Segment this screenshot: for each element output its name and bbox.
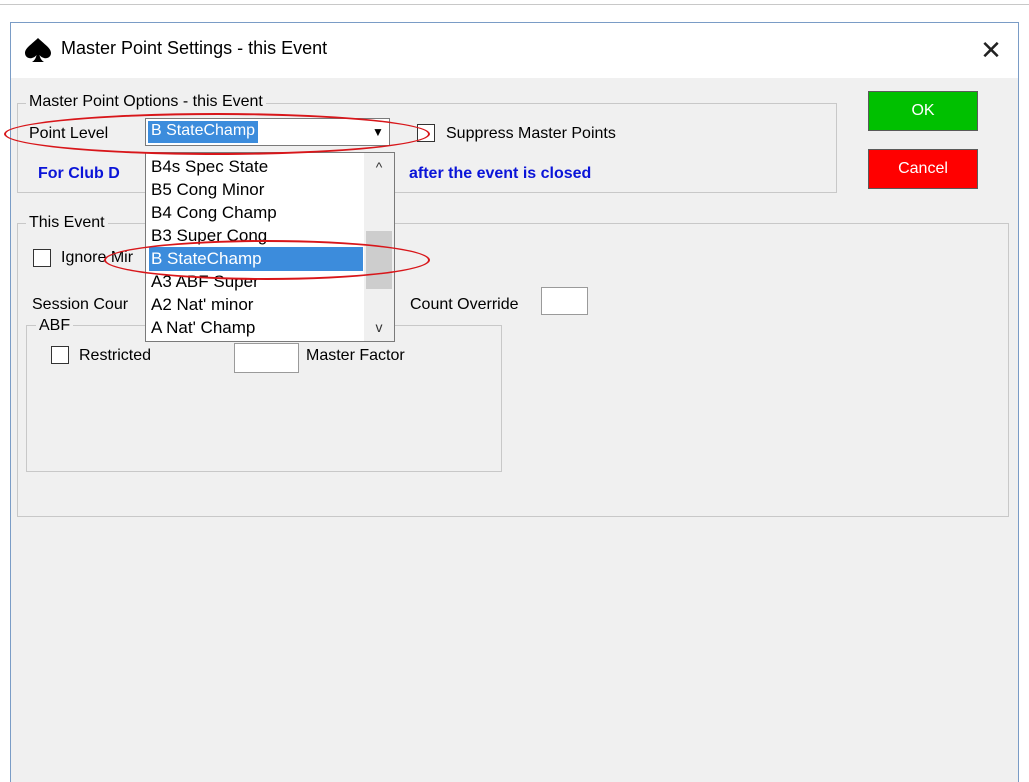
top-divider bbox=[0, 4, 1029, 5]
scroll-up-icon[interactable]: ^ bbox=[364, 153, 394, 181]
title-bar: Master Point Settings - this Event ✕ bbox=[11, 23, 1018, 78]
event-group-legend: This Event bbox=[26, 214, 108, 232]
close-button[interactable]: ✕ bbox=[971, 31, 1011, 69]
dropdown-scrollbar[interactable]: ^ v bbox=[364, 153, 394, 341]
abf-group-legend: ABF bbox=[36, 317, 74, 335]
point-level-dropdown[interactable]: B4s Spec State B5 Cong Minor B4 Cong Champ… bbox=[145, 152, 395, 342]
restricted-checkbox[interactable] bbox=[51, 346, 69, 364]
spade-icon bbox=[23, 36, 53, 64]
options-group-legend: Master Point Options - this Event bbox=[26, 93, 266, 111]
count-override-label: Count Override bbox=[410, 296, 519, 313]
dropdown-item[interactable]: B5 Cong Minor bbox=[149, 178, 363, 202]
suppress-checkbox[interactable] bbox=[417, 124, 435, 142]
scroll-thumb[interactable] bbox=[366, 231, 392, 289]
point-level-label: Point Level bbox=[29, 125, 109, 142]
dropdown-item[interactable]: A2 Nat' minor bbox=[149, 293, 363, 317]
cancel-button[interactable]: Cancel bbox=[868, 149, 978, 189]
dropdown-item[interactable]: B4 Cong Champ bbox=[149, 201, 363, 225]
suppress-label: Suppress Master Points bbox=[446, 125, 616, 142]
dropdown-item[interactable]: B4s Spec State bbox=[149, 155, 363, 179]
ok-button[interactable]: OK bbox=[868, 91, 978, 131]
point-level-combo[interactable]: B StateChamp ▼ bbox=[145, 118, 390, 146]
restricted-label: Restricted bbox=[79, 347, 152, 364]
info-text-left: For Club D bbox=[38, 165, 120, 182]
chevron-down-icon[interactable]: ▼ bbox=[367, 119, 389, 145]
close-icon: ✕ bbox=[980, 35, 1002, 65]
window-title: Master Point Settings - this Event bbox=[61, 38, 328, 58]
point-level-value: B StateChamp bbox=[148, 121, 259, 143]
count-override-input[interactable] bbox=[541, 287, 588, 315]
dropdown-item[interactable]: A3 ABF Super bbox=[149, 270, 363, 294]
session-count-label: Session Cour bbox=[32, 296, 129, 313]
dropdown-item[interactable]: B3 Super Cong bbox=[149, 224, 363, 248]
scroll-down-icon[interactable]: v bbox=[364, 313, 394, 341]
master-factor-input[interactable] bbox=[234, 343, 299, 373]
dropdown-item[interactable]: A Nat' Champ bbox=[149, 316, 363, 340]
ignore-checkbox[interactable] bbox=[33, 249, 51, 267]
master-factor-label: Master Factor bbox=[306, 347, 405, 364]
ignore-label: Ignore Mir bbox=[61, 249, 134, 266]
info-text-right: after the event is closed bbox=[409, 165, 592, 182]
dropdown-item[interactable]: B StateChamp bbox=[149, 247, 363, 271]
